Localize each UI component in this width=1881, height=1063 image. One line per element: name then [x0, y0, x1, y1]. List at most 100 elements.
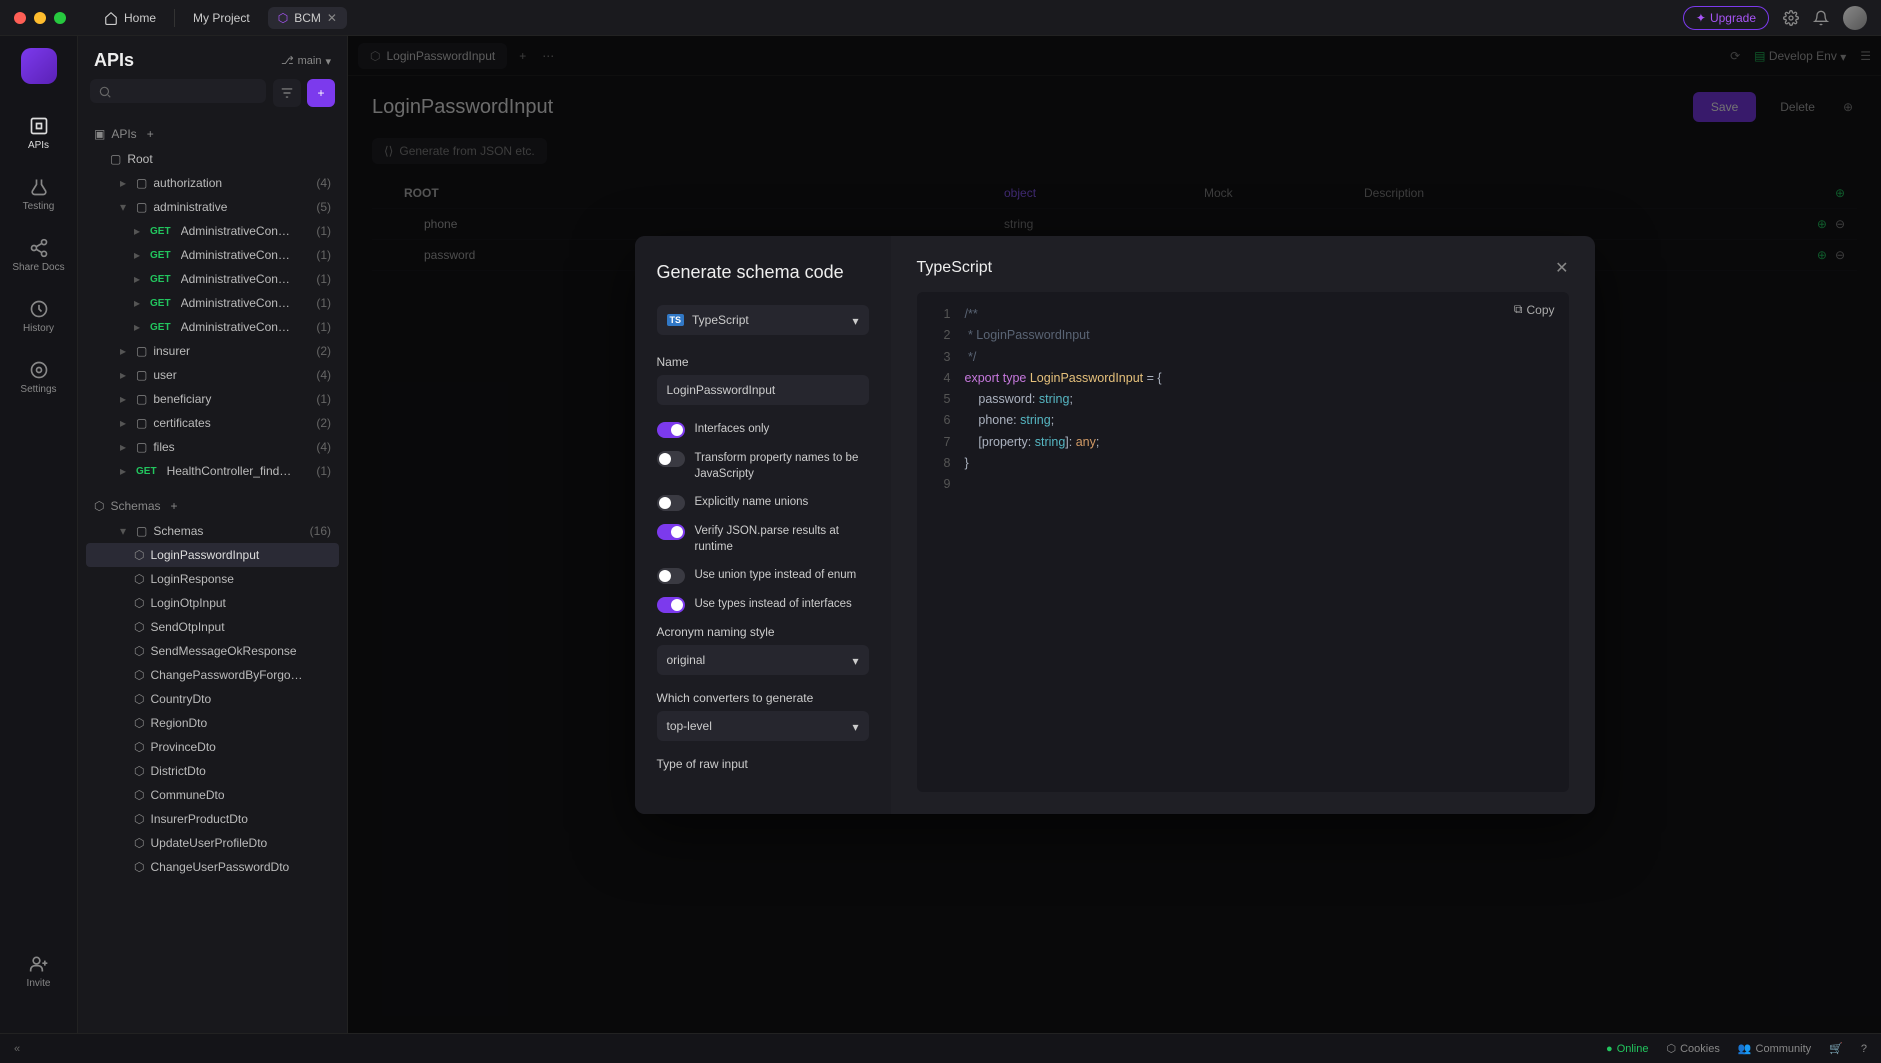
- typescript-icon: TS: [667, 314, 685, 326]
- close-tab-button[interactable]: ✕: [327, 11, 337, 25]
- branch-selector[interactable]: ⎇ main ▾: [281, 54, 331, 67]
- schema-item[interactable]: ⬡LoginResponse: [86, 567, 339, 591]
- acronym-value: original: [667, 653, 706, 667]
- schema-item[interactable]: ⬡ChangeUserPasswordDto: [86, 855, 339, 879]
- help-icon[interactable]: ?: [1861, 1043, 1867, 1055]
- folder-certificates[interactable]: ▸▢certificates (2): [86, 411, 339, 435]
- toggle-label: Transform property names to be JavaScrip…: [695, 450, 869, 482]
- folder-user[interactable]: ▸▢user (4): [86, 363, 339, 387]
- rail-apis[interactable]: APIs: [0, 112, 77, 155]
- folder-beneficiary[interactable]: ▸▢beneficiary (1): [86, 387, 339, 411]
- converters-select[interactable]: top-level ▾: [657, 711, 869, 741]
- language-select[interactable]: TS TypeScript ▾: [657, 305, 869, 335]
- apis-icon: [29, 116, 49, 136]
- copy-button[interactable]: ⧉ Copy: [1514, 302, 1555, 317]
- add-button[interactable]: +: [307, 79, 335, 107]
- window-controls: [14, 12, 66, 24]
- modal-options-panel: Generate schema code TS TypeScript ▾ Nam…: [635, 236, 891, 814]
- toggle-switch[interactable]: [657, 451, 685, 467]
- chevron-down-icon: ▾: [852, 720, 858, 734]
- schema-item[interactable]: ⬡SendMessageOkResponse: [86, 639, 339, 663]
- toggle-switch[interactable]: [657, 524, 685, 540]
- project-tab[interactable]: ⬡ BCM ✕: [268, 7, 347, 29]
- close-modal-button[interactable]: ✕: [1555, 258, 1568, 278]
- community-link[interactable]: 👥 Community: [1738, 1042, 1811, 1055]
- endpoint-item[interactable]: ▸GETHealthController_find… (1): [86, 459, 339, 483]
- upgrade-button[interactable]: ✦ Upgrade: [1683, 6, 1769, 30]
- toggle-switch[interactable]: [657, 568, 685, 584]
- search-input[interactable]: [90, 79, 266, 103]
- nav-rail: APIs Testing Share Docs History Settings…: [0, 36, 78, 1033]
- app-logo[interactable]: [21, 48, 57, 84]
- cookies-button[interactable]: ⬡ Cookies: [1666, 1042, 1719, 1055]
- rail-invite[interactable]: Invite: [0, 950, 77, 993]
- modal-title: Generate schema code: [657, 262, 869, 283]
- filter-button[interactable]: [273, 79, 301, 107]
- schema-item[interactable]: ⬡CountryDto: [86, 687, 339, 711]
- endpoint-item[interactable]: ▸GETAdministrativeCon… (1): [86, 243, 339, 267]
- folder-insurer[interactable]: ▸▢insurer (2): [86, 339, 339, 363]
- schema-item[interactable]: ⬡CommuneDto: [86, 783, 339, 807]
- code-language: TypeScript: [917, 259, 993, 277]
- endpoint-item[interactable]: ▸GETAdministrativeCon… (1): [86, 219, 339, 243]
- maximize-window[interactable]: [54, 12, 66, 24]
- rail-settings-label: Settings: [20, 384, 56, 395]
- rail-history[interactable]: History: [0, 295, 77, 338]
- main-area: APIs Testing Share Docs History Settings…: [0, 36, 1881, 1033]
- name-input[interactable]: [657, 375, 869, 405]
- toggle-row: Transform property names to be JavaScrip…: [657, 450, 869, 482]
- name-label: Name: [657, 355, 869, 369]
- minimize-window[interactable]: [34, 12, 46, 24]
- schema-item[interactable]: ⬡InsurerProductDto: [86, 807, 339, 831]
- bell-icon[interactable]: [1813, 10, 1829, 26]
- collapse-sidebar-button[interactable]: «: [14, 1043, 20, 1055]
- schema-item[interactable]: ⬡ChangePasswordByForgo…: [86, 663, 339, 687]
- modal-code-panel: TypeScript ✕ ⧉ Copy 1/**2 * LoginPasswor…: [891, 236, 1595, 814]
- toggle-switch[interactable]: [657, 495, 685, 511]
- schema-item[interactable]: ⬡LoginOtpInput: [86, 591, 339, 615]
- toggle-label: Explicitly name unions: [695, 494, 809, 510]
- rail-testing[interactable]: Testing: [0, 173, 77, 216]
- project-label: My Project: [193, 11, 250, 25]
- cart-icon[interactable]: 🛒: [1829, 1042, 1843, 1055]
- home-link[interactable]: Home: [96, 7, 164, 29]
- root-folder[interactable]: ▢Root: [86, 147, 339, 171]
- cookie-icon: ⬡: [1666, 1042, 1676, 1055]
- toggle-label: Verify JSON.parse results at runtime: [695, 523, 869, 555]
- gear-icon[interactable]: [1783, 10, 1799, 26]
- endpoint-item[interactable]: ▸GETAdministrativeCon… (1): [86, 315, 339, 339]
- rail-share[interactable]: Share Docs: [0, 234, 77, 277]
- folder-administrative[interactable]: ▾▢administrative (5): [86, 195, 339, 219]
- modal-overlay[interactable]: Generate schema code TS TypeScript ▾ Nam…: [348, 36, 1881, 1033]
- schema-item[interactable]: ⬡RegionDto: [86, 711, 339, 735]
- schema-item[interactable]: ⬡ProvinceDto: [86, 735, 339, 759]
- close-window[interactable]: [14, 12, 26, 24]
- schema-item[interactable]: ⬡DistrictDto: [86, 759, 339, 783]
- schemas-section[interactable]: ⬡ Schemas +: [86, 493, 339, 519]
- project-link[interactable]: My Project: [185, 7, 258, 29]
- acronym-label: Acronym naming style: [657, 625, 869, 639]
- sparkle-icon: ✦: [1696, 11, 1706, 25]
- online-status[interactable]: ● Online: [1606, 1043, 1648, 1055]
- apis-section[interactable]: ▣ APIs +: [86, 121, 339, 147]
- endpoint-item[interactable]: ▸GETAdministrativeCon… (1): [86, 291, 339, 315]
- endpoint-item[interactable]: ▸GETAdministrativeCon… (1): [86, 267, 339, 291]
- upgrade-label: Upgrade: [1710, 11, 1756, 25]
- acronym-select[interactable]: original ▾: [657, 645, 869, 675]
- separator: [174, 9, 175, 27]
- folder-authorization[interactable]: ▸▢authorization (4): [86, 171, 339, 195]
- code-line: 6 phone: string;: [931, 410, 1555, 431]
- schema-item[interactable]: ⬡UpdateUserProfileDto: [86, 831, 339, 855]
- schemas-folder[interactable]: ▾▢Schemas (16): [86, 519, 339, 543]
- folder-files[interactable]: ▸▢files (4): [86, 435, 339, 459]
- code-content[interactable]: 1/**2 * LoginPasswordInput3 */4export ty…: [931, 304, 1555, 495]
- schema-item[interactable]: ⬡SendOtpInput: [86, 615, 339, 639]
- toggle-switch[interactable]: [657, 597, 685, 613]
- titlebar: Home My Project ⬡ BCM ✕ ✦ Upgrade: [0, 0, 1881, 36]
- sidebar-tree: ▣ APIs +▢Root▸▢authorization (4)▾▢admini…: [78, 117, 347, 899]
- rail-settings[interactable]: Settings: [0, 356, 77, 399]
- schema-item[interactable]: ⬡LoginPasswordInput: [86, 543, 339, 567]
- toggle-switch[interactable]: [657, 422, 685, 438]
- user-avatar[interactable]: [1843, 6, 1867, 30]
- home-icon: [104, 11, 118, 25]
